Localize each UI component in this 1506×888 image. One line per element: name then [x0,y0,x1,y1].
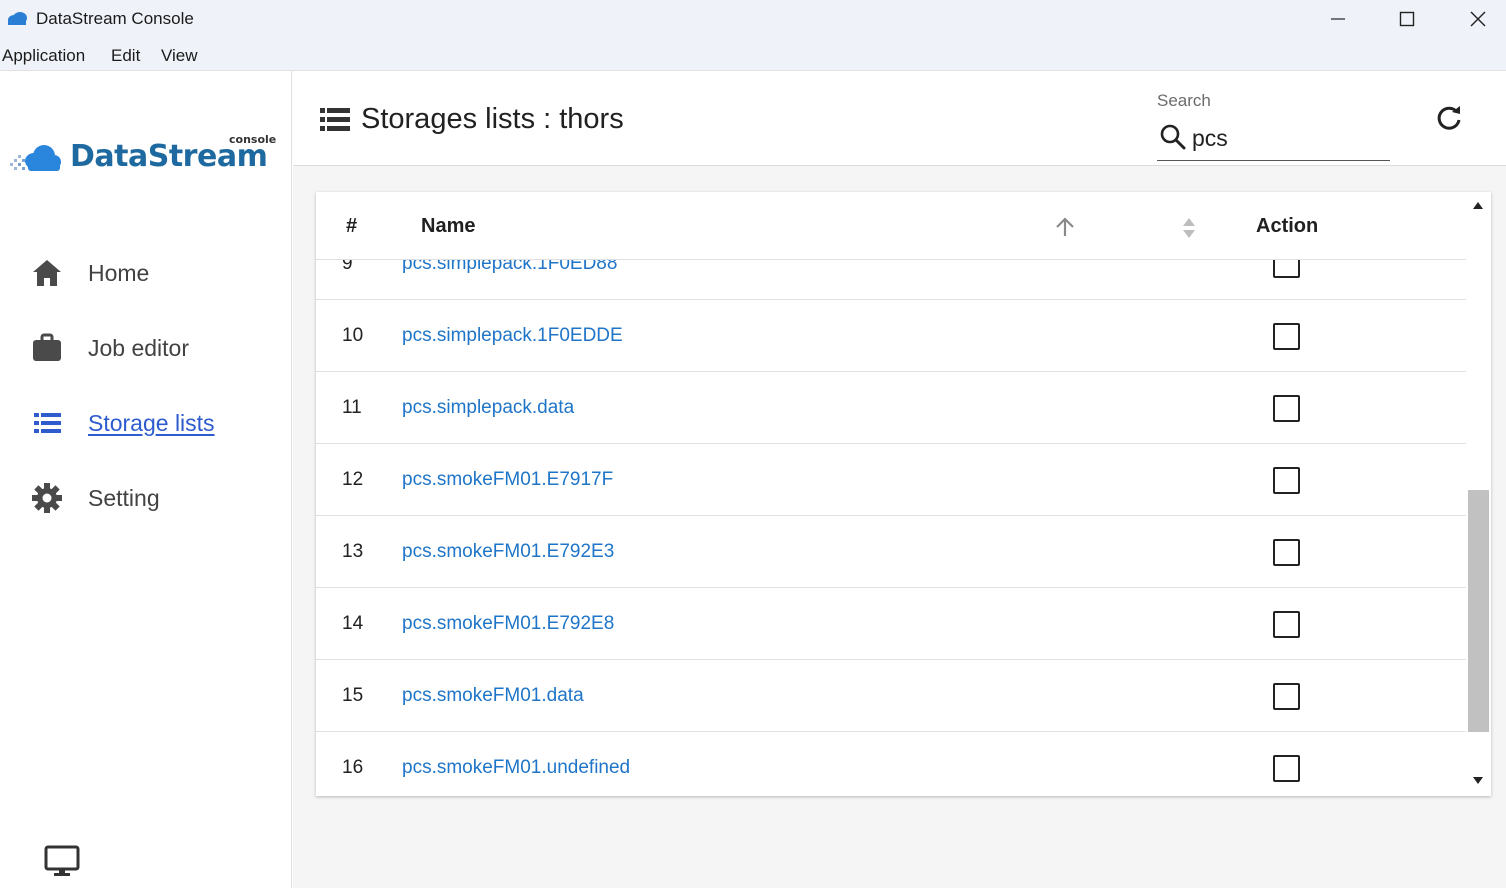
column-header-number[interactable]: # [346,215,357,238]
menu-edit[interactable]: Edit [111,46,140,66]
page-title: Storages lists : thors [361,103,624,135]
storage-name-link[interactable]: pcs.simplepack.data [402,397,574,419]
close-button[interactable] [1443,0,1506,38]
gear-icon [30,482,70,514]
row-number: 11 [342,397,362,418]
app-cloud-icon [8,12,27,25]
scroll-up-arrow-icon[interactable] [1473,202,1483,209]
search-label: Search [1157,91,1211,110]
row-checkbox[interactable] [1273,683,1300,710]
row-number: 13 [342,541,364,562]
row-number: 14 [342,613,364,634]
table-row: 13 pcs.smokeFM01.E792E3 [316,516,1466,588]
minimize-icon [1331,18,1345,20]
table-row: 9 pcs.simplepack.1F0ED88 [316,260,1466,300]
list-icon [30,407,70,439]
row-checkbox[interactable] [1273,611,1300,638]
list-icon [320,108,350,131]
page-header: Storages lists : thors Search [293,71,1506,166]
briefcase-icon [30,332,70,364]
search-icon [1160,124,1186,150]
storage-name-link[interactable]: pcs.smokeFM01.E792E3 [402,541,614,563]
row-checkbox[interactable] [1273,323,1300,350]
storage-name-link[interactable]: pcs.smokeFM01.data [402,685,584,707]
search-field[interactable] [1157,119,1390,161]
menu-application[interactable]: Application [2,46,85,66]
storage-name-link[interactable]: pcs.simplepack.1F0EDDE [402,325,623,347]
storage-name-link[interactable]: pcs.smokeFM01.E792E8 [402,613,614,635]
sidebar-item-label: Storage lists [88,409,215,436]
sidebar-item-job-editor[interactable]: Job editor [30,328,280,368]
row-number: 15 [342,685,364,706]
main-content: Storages lists : thors Search # Name Act… [293,71,1506,888]
row-number: 16 [342,757,364,778]
maximize-icon [1399,11,1415,27]
storage-name-link[interactable]: pcs.simplepack.1F0ED88 [402,260,617,275]
storage-table: # Name Action 9 pcs.simplepack.1F0ED88 1… [316,192,1491,796]
sidebar-item-label: Setting [88,484,160,511]
sidebar-item-storage-lists[interactable]: Storage lists [30,403,280,443]
row-checkbox[interactable] [1273,260,1300,278]
column-header-name[interactable]: Name [421,215,475,238]
row-checkbox[interactable] [1273,539,1300,566]
monitor-icon[interactable] [44,844,80,878]
menu-view[interactable]: View [161,46,198,66]
row-checkbox[interactable] [1273,755,1300,782]
logo-cloud-icon [10,145,61,171]
sidebar-item-label: Home [88,259,150,286]
storage-name-link[interactable]: pcs.smokeFM01.undefined [402,757,630,779]
table-row: 16 pcs.smokeFM01.undefined [316,732,1466,796]
table-row: 10 pcs.simplepack.1F0EDDE [316,300,1466,372]
table-row: 14 pcs.smokeFM01.E792E8 [316,588,1466,660]
close-icon [1470,11,1486,27]
table-row: 11 pcs.simplepack.data [316,372,1466,444]
table-row: 12 pcs.smokeFM01.E7917F [316,444,1466,516]
storage-name-link[interactable]: pcs.smokeFM01.E7917F [402,469,613,491]
home-icon [30,257,70,289]
sort-ascending-icon[interactable] [1054,216,1076,238]
title-bar: DataStream Console [0,0,1506,38]
menu-bar: Application Edit View [0,38,1506,71]
logo-text: DataStream [70,139,268,174]
row-checkbox[interactable] [1273,467,1300,494]
table-body[interactable]: 9 pcs.simplepack.1F0ED88 10 pcs.simplepa… [316,260,1466,796]
scrollbar-thumb[interactable] [1468,490,1489,732]
minimize-button[interactable] [1303,0,1373,38]
sort-unsorted-icon[interactable] [1180,216,1198,240]
refresh-icon[interactable] [1434,103,1464,133]
table-header: # Name Action [316,192,1466,260]
row-checkbox[interactable] [1273,395,1300,422]
maximize-button[interactable] [1372,0,1442,38]
sidebar-item-setting[interactable]: Setting [30,478,280,518]
sidebar: console DataStream Home Job editor Stora… [0,71,292,888]
scroll-down-arrow-icon[interactable] [1473,777,1483,784]
sidebar-item-label: Job editor [88,334,190,361]
search-input[interactable] [1192,122,1382,154]
row-number: 12 [342,469,364,490]
column-header-action: Action [1256,215,1319,237]
sidebar-item-home[interactable]: Home [30,253,280,293]
datastream-logo: console DataStream [10,131,280,181]
row-number: 10 [342,325,364,346]
table-scrollbar[interactable] [1466,192,1491,796]
window-title: DataStream Console [36,9,194,28]
row-number: 9 [342,260,353,274]
table-row: 15 pcs.smokeFM01.data [316,660,1466,732]
